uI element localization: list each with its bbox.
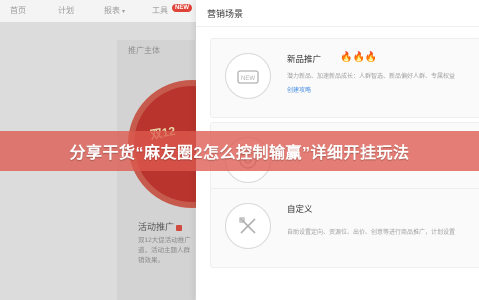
modal-title: 营销场景 <box>207 9 244 19</box>
nav-plan[interactable]: 计划 <box>58 5 74 16</box>
modal-header: 营销场景 <box>196 0 479 27</box>
chevron-down-icon: ▾ <box>122 9 126 15</box>
panel-title: 推广主体 <box>128 46 160 55</box>
banner-text: 分享干货“麻友圈2怎么控制输赢”详细开挂玩法 <box>69 145 410 162</box>
scene-name: 新品推广 <box>287 54 322 64</box>
new-badge: NEW <box>172 4 192 12</box>
scene-desc: 潜力新品、加速新品成长：人群智选、新品偏好人群、专属权益 <box>287 74 456 80</box>
overlay-banner: 分享干货“麻友圈2怎么控制输赢”详细开挂玩法 <box>0 131 479 171</box>
scene-desc: 自助设置定向、资源位、出价、创意等进行商品推广，计划设置 <box>287 230 456 236</box>
nav-reports[interactable]: 报表 ▾ <box>104 5 125 16</box>
nav-home[interactable]: 首页 <box>10 5 26 16</box>
scene-name: 自定义 <box>287 204 313 214</box>
fire-icon: 🔥🔥🔥 <box>340 52 378 63</box>
flag-icon <box>176 224 183 231</box>
nav-tools[interactable]: 工具 <box>152 5 168 16</box>
activity-desc: 双12大促活动推广 道，活动主题人群 销效果。 <box>138 237 191 264</box>
scene-card-custom[interactable]: 自定义 自助设置定向、资源位、出价、创意等进行商品推广，计划设置 <box>210 188 479 268</box>
tools-icon <box>225 203 271 249</box>
new-tag-icon: NEW <box>225 53 271 99</box>
activity-label[interactable]: 活动推广 <box>138 220 183 233</box>
scene-link[interactable]: 创建攻略 <box>287 85 311 94</box>
scene-card-new-product[interactable]: NEW 新品推广 🔥🔥🔥 潜力新品、加速新品成长：人群智选、新品偏好人群、专属权… <box>210 38 479 118</box>
svg-text:NEW: NEW <box>241 76 255 82</box>
